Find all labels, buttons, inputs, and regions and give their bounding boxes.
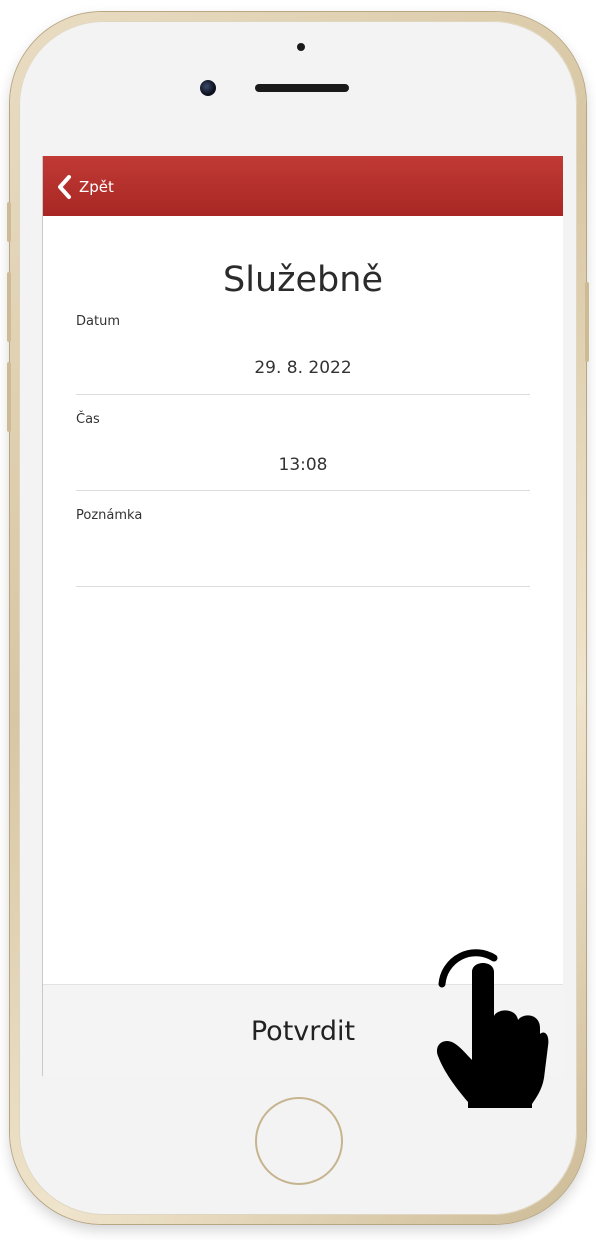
note-field[interactable]	[76, 544, 530, 574]
chevron-left-icon	[58, 175, 71, 199]
time-label: Čas	[76, 412, 100, 427]
date-label: Datum	[76, 314, 120, 329]
front-camera-icon	[200, 80, 216, 96]
earpiece-speaker	[255, 84, 349, 92]
note-label: Poznámka	[76, 508, 143, 523]
page-title: Služebně	[223, 260, 383, 300]
back-button[interactable]: Zpět	[55, 174, 114, 200]
power-button	[585, 282, 589, 362]
volume-up-button	[7, 272, 11, 342]
volume-down-button	[7, 362, 11, 432]
top-bar: Zpět	[43, 156, 563, 216]
home-button[interactable]	[255, 1097, 343, 1185]
mute-switch	[7, 202, 11, 242]
time-field-underline	[76, 490, 530, 491]
note-field-underline	[76, 586, 530, 587]
sensor-dot	[297, 43, 305, 51]
pointing-hand-icon	[436, 949, 549, 1108]
date-field[interactable]	[76, 358, 530, 378]
date-field-underline	[76, 394, 530, 395]
time-field[interactable]	[76, 455, 530, 475]
back-label: Zpět	[79, 178, 114, 196]
